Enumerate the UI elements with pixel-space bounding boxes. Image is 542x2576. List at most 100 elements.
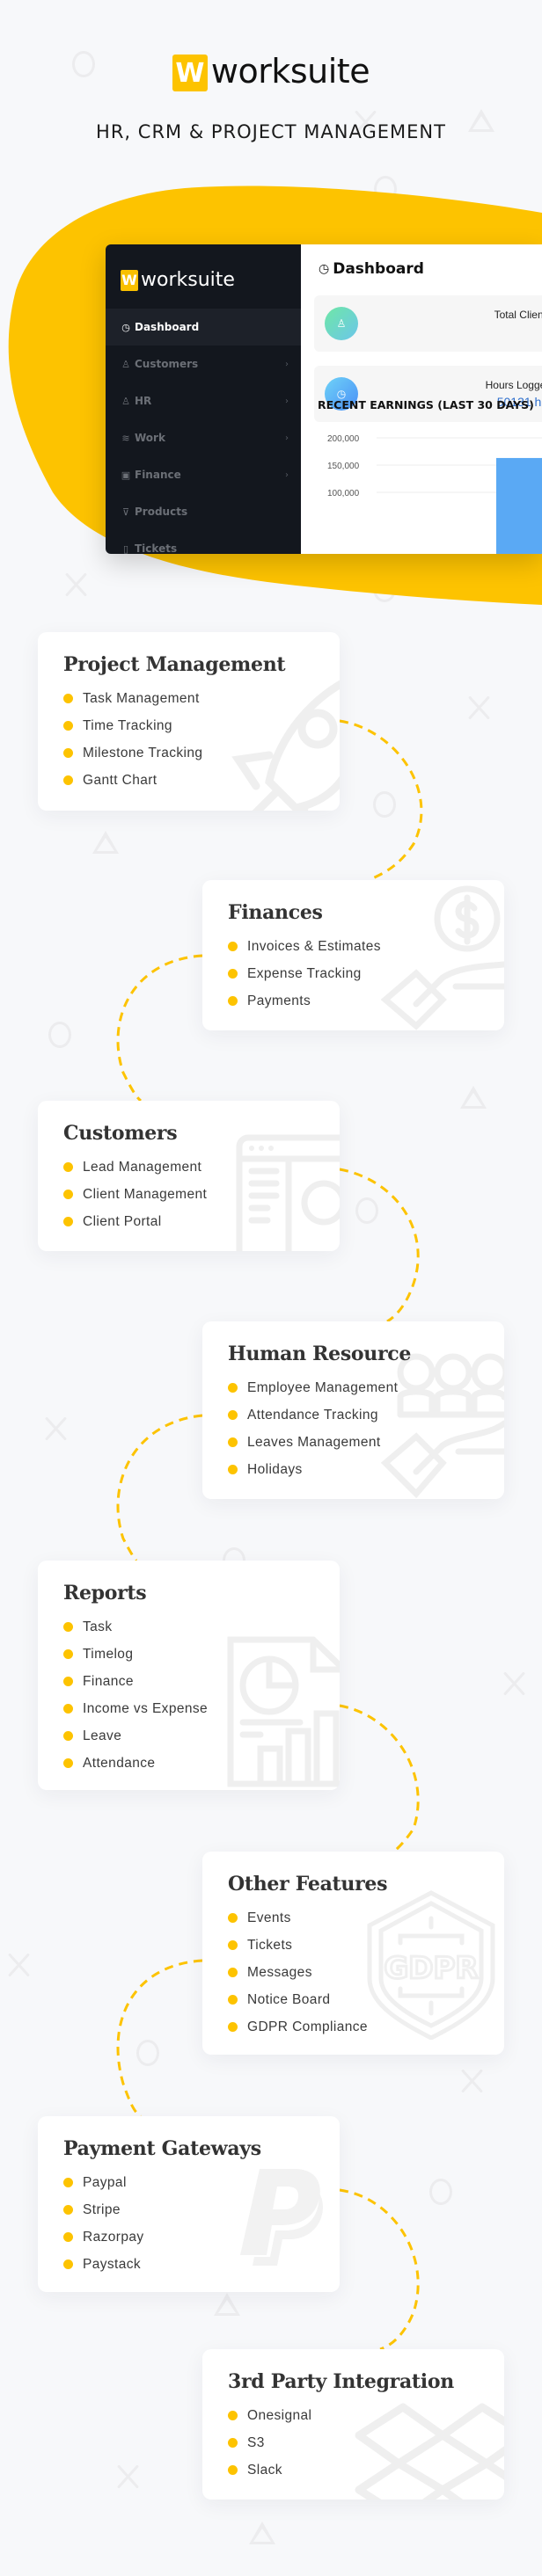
bullet-dot-icon [63,1677,73,1686]
bullet-dot-icon [63,1162,73,1172]
card-title: Project Management [63,653,286,676]
sidebar-item-hr[interactable]: ♙ HR › [106,382,301,419]
stat-label: Hours Logged [485,379,542,391]
page-title-text: Dashboard [333,260,424,278]
sidebar-item-work[interactable]: ≋ Work › [106,419,301,456]
feature-list-item: Messages [228,1959,504,1986]
feature-list-item: Paystack [63,2251,340,2278]
feature-list-item: Paypal [63,2169,340,2196]
sidebar-item-dashboard[interactable]: ◷ Dashboard [106,309,301,346]
feature-list-item-text: Lead Management [83,1159,202,1175]
feature-list-item: Finance [63,1668,340,1695]
feature-list-item: Milestone Tracking [63,739,340,767]
card-title: Payment Gateways [63,2137,261,2160]
earnings-chart-title: RECENT EARNINGS (LAST 30 DAYS) [318,398,534,411]
bullet-dot-icon [228,942,238,951]
bullet-dot-icon [228,1465,238,1474]
feature-card-other-features: GDPR Other Features Events Tickets Message… [202,1852,504,2055]
feature-list-item-text: Paypal [83,2174,127,2190]
feature-card-human-resource: Human Resource Employee Management Attend… [202,1321,504,1499]
chevron-right-icon: › [285,359,289,369]
sidebar-logo-mark: W [121,269,138,291]
sidebar-logo-text: worksuite [141,269,235,291]
user-icon: ♙ [325,307,358,340]
feature-list-item-text: Slack [247,2462,282,2478]
gauge-icon: ◷ [319,262,330,276]
layers-icon: ≋ [121,432,130,444]
card-title: 3rd Party Integration [228,2370,454,2393]
feature-card-payment-gateways: Payment Gateways Paypal Stripe Razorpay Pay… [38,2116,340,2292]
feature-list: Task Timelog Finance Income vs Expense Leave… [63,1613,340,1777]
feature-list-item: Notice Board [228,1986,504,2013]
user-icon: ♙ [121,395,130,407]
feature-list-item: Leave [63,1722,340,1750]
gauge-icon: ◷ [121,321,130,333]
earnings-chart: 200,000 150,000 100,000 [327,434,542,554]
bullet-dot-icon [63,1731,73,1741]
feature-list-item: Stripe [63,2196,340,2223]
bullet-dot-icon [228,2022,238,2032]
bullet-dot-icon [63,2232,73,2242]
feature-list-item-text: Expense Tracking [247,965,362,981]
app-screenshot: W worksuite ◷ Dashboard ♙ Customers › ♙ … [106,244,542,554]
feature-list-item-text: Client Management [83,1186,208,1202]
bullet-dot-icon [63,1217,73,1226]
bullet-dot-icon [63,2205,73,2215]
bullet-dot-icon [63,775,73,785]
ticket-icon: ▯ [122,542,129,555]
feature-list-item-text: Holidays [247,1461,303,1477]
feature-list-item: Leaves Management [228,1429,504,1456]
y-tick-label: 150,000 [327,462,360,471]
sidebar-item-finance[interactable]: ▣ Finance › [106,456,301,493]
decorative-x [7,1952,32,1978]
chevron-right-icon: › [285,433,289,443]
bullet-dot-icon [228,969,238,979]
feature-list-item-text: Invoices & Estimates [247,938,381,954]
sidebar-item-tickets[interactable]: ▯ Tickets [106,530,301,554]
decorative-x [467,695,492,721]
feature-list-item-text: Paystack [83,2256,142,2272]
sidebar-item-products[interactable]: ⊽ Products [106,493,301,530]
feature-list-item: Holidays [228,1456,504,1483]
feature-list-item-text: Attendance [83,1755,156,1771]
feature-list: Invoices & Estimates Expense Tracking Paym… [228,933,504,1015]
feature-list: Onesignal S3 Slack [228,2402,504,2484]
bullet-dot-icon [63,1190,73,1199]
sidebar: W worksuite ◷ Dashboard ♙ Customers › ♙ … [106,244,301,554]
sidebar-item-label: Dashboard [135,321,200,333]
y-tick-label: 200,000 [327,434,360,444]
feature-list-item: Attendance [63,1750,340,1777]
feature-list-item: Income vs Expense [63,1695,340,1722]
decorative-triangle [214,2293,240,2316]
bullet-dot-icon [63,2259,73,2269]
feature-list-item: Onesignal [228,2402,504,2429]
feature-list-item-text: Attendance Tracking [247,1407,378,1423]
sidebar-item-label: Tickets [135,542,178,554]
stat-card-hours-logged[interactable]: ◷ Hours Logged 50131 hrs [314,366,542,422]
stat-card-total-clients[interactable]: ♙ Total Clients [314,295,542,352]
chart-bar[interactable] [496,457,542,554]
bullet-dot-icon [63,1758,73,1768]
sidebar-item-label: Products [135,506,188,518]
bullet-dot-icon [63,1649,73,1659]
feature-list-item-text: Messages [247,1964,312,1980]
chevron-right-icon: › [285,469,289,480]
bullet-dot-icon [63,2178,73,2187]
feature-list-item: Client Portal [63,1208,340,1235]
logo-text: worksuite [210,52,370,91]
dashboard-main: ◷ Dashboard ♙ Total Clients ◷ Hours Logg… [301,244,542,554]
decorative-circle [48,1022,71,1048]
money-icon: ▣ [121,469,131,481]
feature-list-item-text: Client Portal [83,1213,162,1229]
sidebar-logo[interactable]: W worksuite [121,269,235,291]
decorative-triangle [92,831,119,854]
feature-list-item: Events [228,1904,504,1932]
feature-list-item-text: Task [83,1619,113,1634]
bullet-dot-icon [228,1410,238,1420]
feature-list-item-text: Gantt Chart [83,772,157,788]
feature-card-3rd-party-integration: 3rd Party Integration Onesignal S3 Slack [202,2349,504,2500]
feature-list-item-text: Timelog [83,1646,134,1662]
sidebar-item-customers[interactable]: ♙ Customers › [106,346,301,382]
feature-card-reports: Reports Task Timelog Finance Income vs Expe… [38,1561,340,1790]
feature-list-item-text: Milestone Tracking [83,745,203,760]
